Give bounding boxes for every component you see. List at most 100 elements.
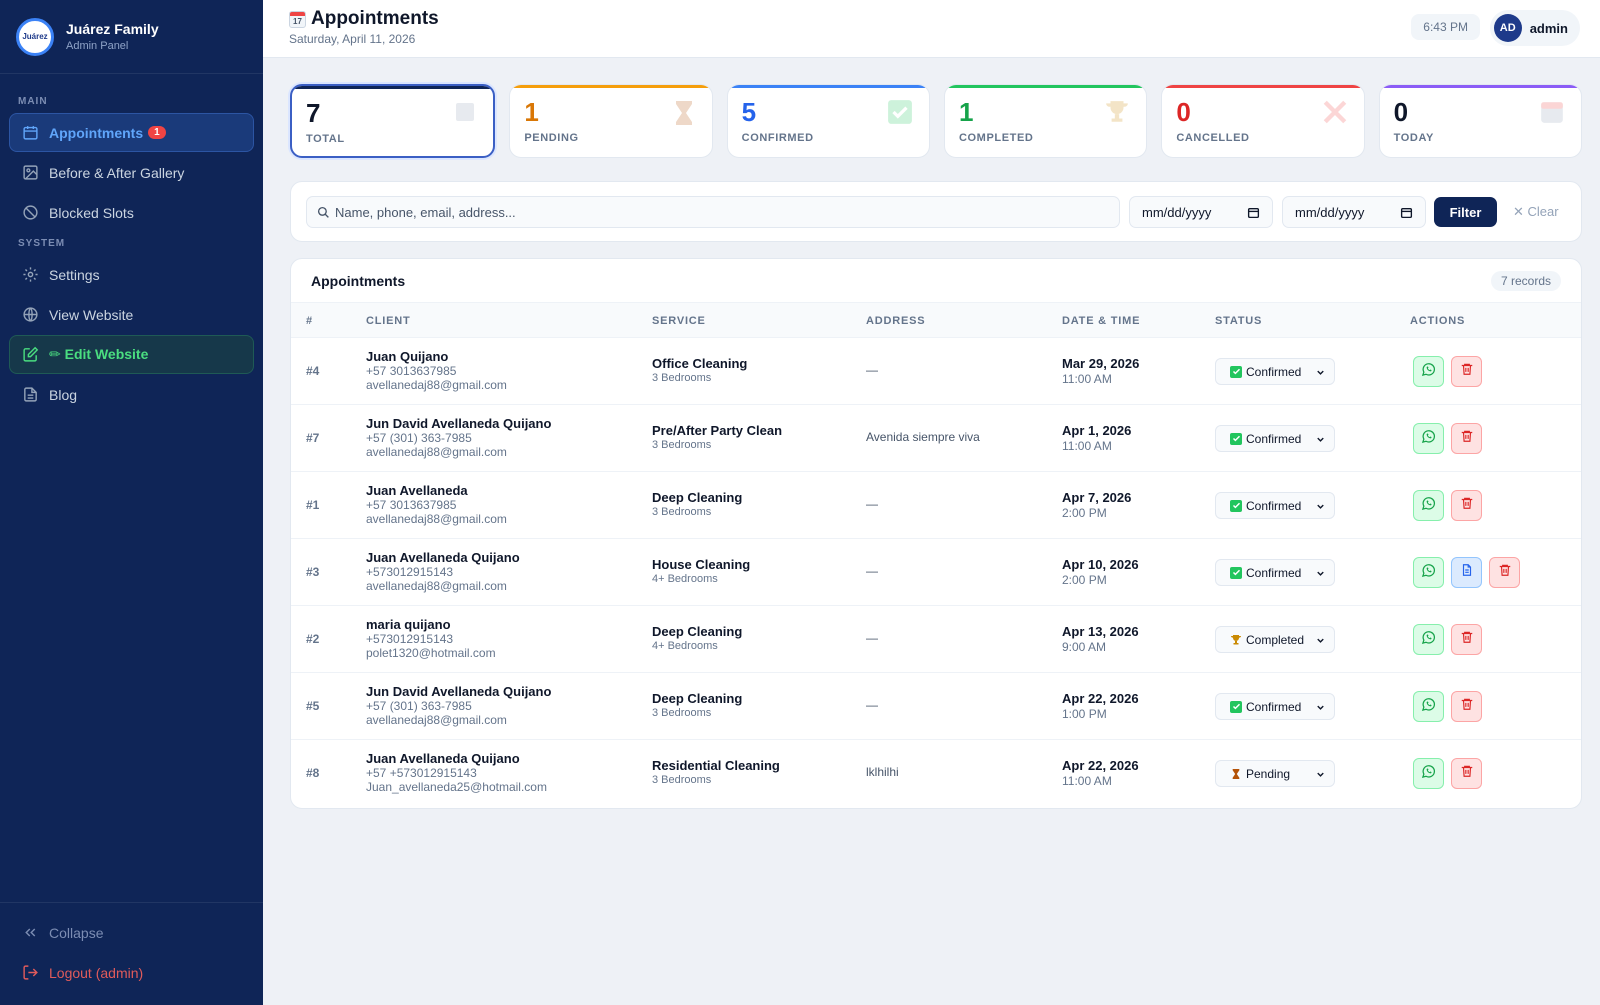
stat-accent-bar <box>944 85 1147 88</box>
appointment-time: 9:00 AM <box>1062 640 1107 654</box>
stat-label: COMPLETED <box>958 132 1034 144</box>
clear-button[interactable]: ✕ Clear <box>1513 197 1559 227</box>
client-name: Juan Avellaneda Quijano <box>366 550 520 565</box>
brand-subtitle: Admin Panel <box>66 39 129 52</box>
trash-icon <box>1498 563 1512 582</box>
check-icon <box>1230 432 1242 445</box>
calendar-picker-icon[interactable] <box>1400 206 1413 219</box>
date-from-value: mm/dd/yyyy <box>1142 204 1212 220</box>
filter-button[interactable]: Filter <box>1434 197 1497 227</box>
column-header-client: CLIENT <box>366 315 411 327</box>
trash-icon <box>1460 697 1474 716</box>
delete-button[interactable] <box>1451 758 1482 789</box>
whatsapp-button[interactable] <box>1413 624 1444 655</box>
stat-card-confirmed[interactable]: 5 CONFIRMED <box>726 84 930 158</box>
search-input[interactable]: Name, phone, email, address... <box>306 196 1120 228</box>
whatsapp-button[interactable] <box>1413 758 1444 789</box>
delete-button[interactable] <box>1451 691 1482 722</box>
status-select[interactable]: Confirmed <box>1215 358 1335 385</box>
client-cell: Juan Avellaneda Quijano +57 +573012915143… <box>366 752 547 795</box>
sidebar-item-blog[interactable]: Blog <box>9 375 254 414</box>
trash-icon <box>1460 429 1474 448</box>
calendar-icon <box>1541 102 1563 123</box>
stat-label: CANCELLED <box>1176 132 1250 144</box>
client-email: avellanedaj88@gmail.com <box>366 579 507 593</box>
whatsapp-button[interactable] <box>1413 356 1444 387</box>
datetime-cell: Apr 22, 2026 1:00 PM <box>1062 691 1139 721</box>
status-select[interactable]: Pending <box>1215 760 1335 787</box>
logout-button[interactable]: Logout (admin) <box>9 953 254 992</box>
client-email: avellanedaj88@gmail.com <box>366 512 507 526</box>
chevrons-left-icon <box>25 928 36 937</box>
card-title: Appointments <box>311 272 406 289</box>
sidebar: Juárez Juárez Family Admin Panel MAIN Ap… <box>0 0 263 1005</box>
whatsapp-button[interactable] <box>1413 490 1444 521</box>
status-select[interactable]: Confirmed <box>1215 559 1335 586</box>
appointment-time: 2:00 PM <box>1062 573 1107 587</box>
whatsapp-icon <box>1421 630 1436 650</box>
delete-button[interactable] <box>1451 490 1482 521</box>
address-cell: — <box>866 564 878 578</box>
client-phone: +57 +573012915143 <box>366 766 477 780</box>
row-id: #2 <box>306 632 320 646</box>
status-select[interactable]: Confirmed <box>1215 492 1335 519</box>
clock: 6:43 PM <box>1411 14 1480 40</box>
appointment-date: Apr 22, 2026 <box>1062 758 1139 773</box>
delete-button[interactable] <box>1451 423 1482 454</box>
check-icon <box>1230 499 1242 512</box>
document-button[interactable] <box>1451 557 1482 588</box>
address-cell: — <box>866 497 878 511</box>
whatsapp-button[interactable] <box>1413 691 1444 722</box>
stat-card-cancelled[interactable]: 0 CANCELLED <box>1161 84 1365 158</box>
service-cell: Deep Cleaning 3 Bedrooms <box>652 490 742 518</box>
date-to-input[interactable]: mm/dd/yyyy <box>1282 196 1426 228</box>
stat-card-today[interactable]: 0 TODAY <box>1378 84 1582 158</box>
datetime-cell: Mar 29, 2026 11:00 AM <box>1062 356 1139 386</box>
service-name: Pre/After Party Clean <box>652 423 783 438</box>
client-email: Juan_avellaneda25@hotmail.com <box>366 780 547 794</box>
column-header-status: STATUS <box>1215 315 1263 327</box>
trash-icon <box>1460 764 1474 783</box>
user-name: admin <box>1529 20 1568 36</box>
status-value: Confirmed <box>1246 699 1302 714</box>
date-from-input[interactable]: mm/dd/yyyy <box>1129 196 1273 228</box>
delete-button[interactable] <box>1451 356 1482 387</box>
table-row: #8 Juan Avellaneda Quijano +57 +5730129151… <box>291 740 1581 807</box>
row-actions <box>1413 557 1520 588</box>
top-header: 17 Appointments Saturday, April 11, 2026… <box>263 0 1600 58</box>
stat-card-pending[interactable]: 1 PENDING <box>509 84 713 158</box>
stat-label: TODAY <box>1393 132 1434 144</box>
appointments-table-card: Appointments 7 records # CLIENT SERVICE … <box>290 258 1582 809</box>
sidebar-footer: Collapse Logout (admin) <box>0 902 263 1005</box>
service-cell: House Cleaning 4+ Bedrooms <box>652 557 750 585</box>
delete-button[interactable] <box>1489 557 1520 588</box>
client-phone: +57 (301) 363-7985 <box>366 699 472 713</box>
table-row: #5 Jun David Avellaneda Quijano +57 (301) … <box>291 673 1581 740</box>
status-select[interactable]: Completed <box>1215 626 1335 653</box>
trophy-icon <box>1230 634 1242 646</box>
sidebar-item-settings[interactable]: Settings <box>9 255 254 294</box>
sidebar-item-gallery[interactable]: Before & After Gallery <box>9 153 254 192</box>
whatsapp-button[interactable] <box>1413 423 1444 454</box>
status-select[interactable]: Confirmed <box>1215 425 1335 452</box>
delete-button[interactable] <box>1451 624 1482 655</box>
service-name: Deep Cleaning <box>652 624 743 639</box>
row-actions <box>1413 691 1482 722</box>
sidebar-item-label: Blog <box>49 386 78 403</box>
document-icon <box>24 387 37 402</box>
user-menu[interactable]: AD admin <box>1489 10 1580 46</box>
sidebar-item-appointments[interactable]: Appointments 1 <box>9 113 254 152</box>
whatsapp-button[interactable] <box>1413 557 1444 588</box>
sidebar-item-blocked-slots[interactable]: Blocked Slots <box>9 193 254 232</box>
stat-card-total[interactable]: 7 TOTAL <box>290 84 496 158</box>
stat-card-completed[interactable]: 1 COMPLETED <box>943 84 1148 158</box>
collapse-button[interactable]: Collapse <box>9 913 254 952</box>
sidebar-item-edit-website[interactable]: ✏ Edit Website <box>9 335 254 374</box>
datetime-cell: Apr 22, 2026 11:00 AM <box>1062 758 1139 788</box>
sidebar-item-view-website[interactable]: View Website <box>9 295 254 334</box>
status-select[interactable]: Confirmed <box>1215 693 1335 720</box>
column-header-service: SERVICE <box>652 315 706 327</box>
calendar-picker-icon[interactable] <box>1247 206 1260 219</box>
check-icon <box>1230 566 1242 579</box>
sidebar-item-label: Settings <box>49 266 100 283</box>
